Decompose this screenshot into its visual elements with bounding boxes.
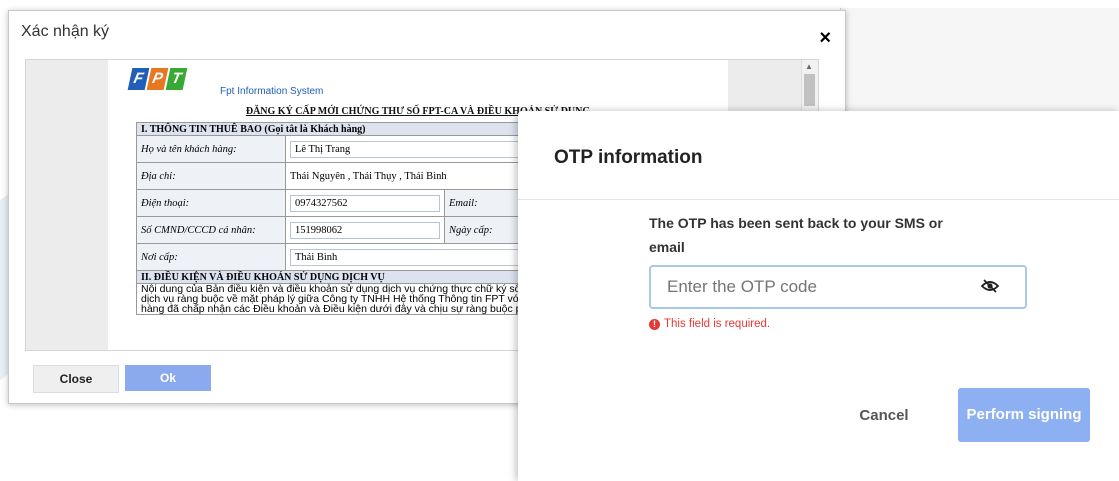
id-field: 151998062 bbox=[290, 221, 440, 239]
ok-button[interactable]: Ok bbox=[125, 365, 211, 391]
divider bbox=[518, 199, 1119, 200]
issue-place-label: Nơi cấp: bbox=[136, 243, 286, 271]
phone-field: 0974327562 bbox=[290, 194, 440, 212]
fpt-logo: F P T bbox=[127, 68, 188, 90]
close-button[interactable]: Close bbox=[33, 365, 119, 393]
eye-slash-icon[interactable] bbox=[980, 279, 1000, 297]
otp-message: The OTP has been sent back to your SMS o… bbox=[649, 215, 943, 255]
cancel-button[interactable]: Cancel bbox=[834, 393, 934, 437]
name-label: Họ và tên khách hàng: bbox=[136, 135, 286, 163]
phone-label: Điện thoại: bbox=[136, 189, 286, 217]
error-text: This field is required. bbox=[664, 318, 771, 330]
otp-error-message: ! This field is required. bbox=[649, 318, 770, 330]
scroll-up-icon[interactable]: ▲ bbox=[805, 62, 813, 71]
scrollbar-thumb[interactable] bbox=[804, 74, 815, 106]
otp-dialog: OTP information The OTP has been sent ba… bbox=[518, 111, 1119, 481]
company-name: Fpt Information System bbox=[220, 86, 324, 97]
address-label: Địa chỉ: bbox=[136, 162, 286, 190]
dialog-title: Xác nhận ký bbox=[21, 23, 110, 40]
background-window bbox=[840, 8, 1119, 128]
error-icon: ! bbox=[649, 318, 660, 330]
id-label: Số CMND/CCCD cá nhân: bbox=[136, 216, 286, 244]
otp-dialog-title: OTP information bbox=[554, 147, 703, 168]
otp-code-input[interactable] bbox=[665, 275, 969, 299]
close-icon[interactable]: × bbox=[819, 27, 831, 50]
otp-input-wrapper[interactable] bbox=[649, 265, 1027, 309]
perform-signing-button[interactable]: Perform signing bbox=[958, 388, 1090, 442]
